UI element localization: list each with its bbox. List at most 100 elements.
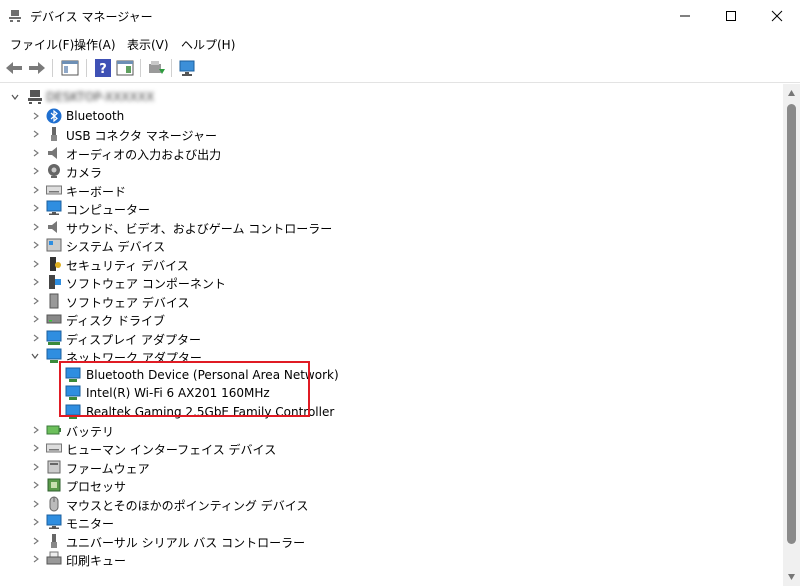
- maximize-icon: [726, 11, 736, 21]
- toolbar-separator: [52, 59, 53, 77]
- system-device-icon: [46, 238, 62, 252]
- back-arrow-icon[interactable]: [4, 58, 24, 78]
- category-label: モニター: [66, 517, 115, 531]
- chevron-down-icon[interactable]: [30, 351, 40, 361]
- chevron-right-icon[interactable]: [31, 259, 41, 269]
- device-manager-icon: [9, 10, 21, 22]
- category-label: バッテリ: [66, 425, 115, 439]
- chevron-right-icon[interactable]: [31, 517, 41, 527]
- disk-drive-icon: [46, 314, 62, 324]
- device-tree[interactable]: DESKTOP-XXXXXX Bluetooth USB コネクタ マネージャー…: [0, 84, 783, 586]
- menu-bar: ファイル(F) 操作(A) 表示(V) ヘルプ(H): [0, 32, 800, 54]
- scroll-down-icon[interactable]: [787, 573, 796, 581]
- usb-connector-icon: [51, 127, 57, 141]
- chevron-right-icon[interactable]: [31, 111, 41, 121]
- speaker-icon: [48, 147, 57, 159]
- vertical-scrollbar[interactable]: [783, 84, 800, 586]
- battery-icon: [46, 425, 61, 435]
- chevron-right-icon[interactable]: [31, 203, 41, 213]
- category-label: ユニバーサル シリアル バス コントローラー: [66, 536, 306, 550]
- menu-file[interactable]: ファイル(F): [10, 36, 74, 53]
- toolbar-separator: [171, 59, 172, 77]
- chevron-right-icon[interactable]: [31, 296, 41, 306]
- scroll-up-icon[interactable]: [787, 89, 796, 97]
- highlight-box: [59, 361, 310, 417]
- category-label: カメラ: [66, 166, 103, 180]
- minimize-icon: [680, 15, 690, 17]
- chevron-right-icon[interactable]: [31, 166, 41, 176]
- close-button[interactable]: [754, 0, 800, 32]
- category-label: ソフトウェア コンポーネント: [66, 277, 226, 291]
- category-label: 印刷キュー: [66, 554, 127, 568]
- category-label: ディスプレイ アダプター: [66, 333, 201, 347]
- maximize-button[interactable]: [708, 0, 754, 32]
- chevron-right-icon[interactable]: [31, 185, 41, 195]
- category-label: ソフトウェア デバイス: [66, 296, 190, 310]
- display-adapter-icon: [46, 330, 62, 345]
- chevron-right-icon[interactable]: [31, 240, 41, 250]
- software-device-icon: [49, 293, 59, 309]
- chevron-right-icon[interactable]: [31, 314, 41, 324]
- properties-sheet-icon[interactable]: [60, 58, 80, 78]
- scan-hardware-icon[interactable]: [178, 58, 198, 78]
- keyboard-icon: [46, 185, 62, 195]
- chevron-right-icon[interactable]: [31, 222, 41, 232]
- forward-arrow-icon[interactable]: [27, 58, 47, 78]
- toolbar: ?: [0, 54, 800, 83]
- chevron-right-icon[interactable]: [31, 425, 41, 435]
- category-label: キーボード: [66, 185, 127, 199]
- window-title: デバイス マネージャー: [30, 10, 153, 24]
- category-label: USB コネクタ マネージャー: [66, 129, 217, 143]
- chevron-right-icon[interactable]: [31, 443, 41, 453]
- chevron-right-icon[interactable]: [31, 480, 41, 490]
- category-label: ファームウェア: [66, 462, 150, 476]
- hid-icon: [46, 443, 62, 453]
- help-icon[interactable]: ?: [93, 58, 113, 78]
- toolbar-separator: [86, 59, 87, 77]
- firmware-icon: [47, 460, 61, 474]
- chevron-right-icon[interactable]: [31, 499, 41, 509]
- chevron-right-icon[interactable]: [31, 462, 41, 472]
- chevron-right-icon[interactable]: [31, 148, 41, 158]
- computer-tree-icon: [28, 90, 42, 104]
- chevron-right-icon[interactable]: [31, 277, 41, 287]
- category-label: プロセッサ: [66, 480, 127, 494]
- chevron-down-icon[interactable]: [10, 92, 20, 102]
- category-label: システム デバイス: [66, 240, 166, 254]
- category-label: コンピューター: [66, 203, 151, 217]
- view-pane-icon[interactable]: [115, 58, 135, 78]
- update-driver-icon[interactable]: [146, 58, 166, 78]
- camera-icon: [48, 164, 60, 178]
- processor-icon: [47, 478, 61, 492]
- category-label: セキュリティ デバイス: [66, 259, 189, 273]
- menu-help[interactable]: ヘルプ(H): [181, 36, 235, 53]
- software-component-icon: [49, 275, 61, 289]
- bluetooth-icon: [46, 108, 62, 124]
- sound-icon: [48, 221, 57, 233]
- mouse-icon: [49, 496, 59, 512]
- chevron-right-icon[interactable]: [31, 333, 41, 343]
- svg-text:?: ?: [99, 62, 107, 77]
- printer-icon: [46, 551, 62, 565]
- category-label: Bluetooth: [66, 109, 125, 123]
- chevron-right-icon[interactable]: [31, 536, 41, 546]
- category-label: ヒューマン インターフェイス デバイス: [66, 443, 277, 457]
- monitor-icon: [46, 514, 62, 529]
- category-label: マウスとそのほかのポインティング デバイス: [66, 499, 309, 513]
- security-device-icon: [50, 257, 61, 271]
- menu-action[interactable]: 操作(A): [74, 36, 116, 53]
- tree-root-label[interactable]: DESKTOP-XXXXXX: [46, 90, 154, 104]
- close-icon: [771, 10, 783, 22]
- category-label: サウンド、ビデオ、およびゲーム コントローラー: [66, 222, 333, 236]
- title-bar: デバイス マネージャー: [0, 0, 800, 32]
- usb-icon: [51, 534, 57, 548]
- category-label: オーディオの入力および出力: [66, 148, 222, 162]
- category-label: ディスク ドライブ: [66, 314, 165, 328]
- minimize-button[interactable]: [662, 0, 708, 32]
- scrollbar-thumb[interactable]: [787, 104, 796, 544]
- chevron-right-icon[interactable]: [31, 129, 41, 139]
- chevron-right-icon[interactable]: [31, 554, 41, 564]
- menu-view[interactable]: 表示(V): [127, 36, 169, 53]
- monitor-icon: [46, 200, 62, 215]
- toolbar-separator: [140, 59, 141, 77]
